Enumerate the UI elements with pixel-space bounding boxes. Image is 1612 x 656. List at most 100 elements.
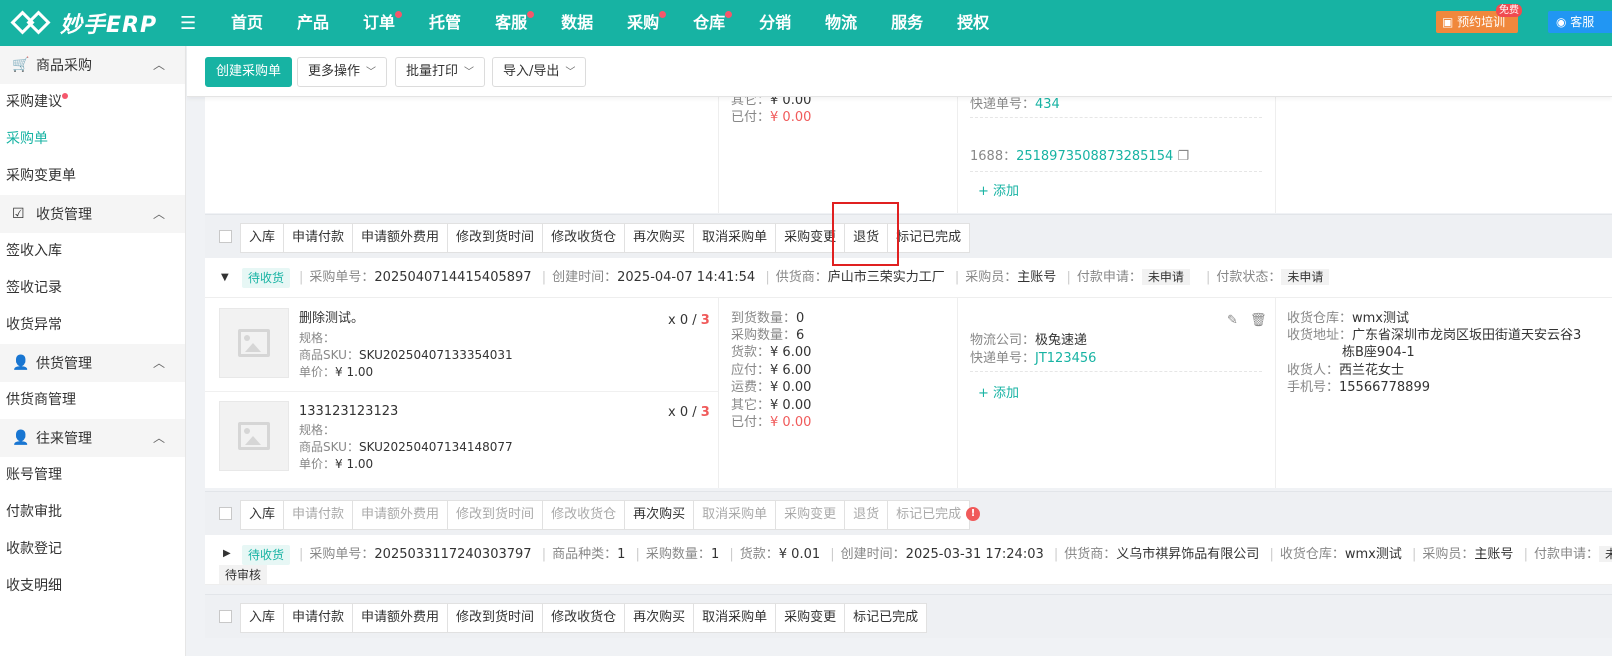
apply-extra-fee-button[interactable]: 申请额外费用 [353, 603, 449, 633]
purchase-change-button[interactable]: 采购变更 [776, 603, 846, 633]
chevron-up-icon: ︿ [152, 431, 165, 445]
sidebar-group-supply[interactable]: 👤 供货管理 ︿ [0, 344, 185, 382]
image-icon [238, 329, 270, 357]
sidebar-item-supplier-management[interactable]: 供货商管理 [6, 382, 126, 419]
apply-extra-fee-button[interactable]: 申请额外费用 [353, 500, 449, 530]
cart-icon: 🛒 [12, 57, 30, 73]
item-quantity: x 0 / 3 [668, 405, 710, 420]
notification-dot [395, 11, 403, 18]
purchase-order-list: 其它：¥ 0.00 已付：¥ 0.00 快递单号：434 1688：251897… [205, 97, 1612, 656]
nav-item-authorization[interactable]: 授权 [940, 0, 1006, 46]
return-goods-button[interactable]: 退货 [845, 500, 889, 530]
mark-completed-button[interactable]: 标记已完成 [845, 603, 928, 633]
app-logo[interactable]: 妙手ERP [0, 7, 200, 39]
batch-print-dropdown[interactable]: 批量打印 ﹀ [395, 57, 486, 87]
product-image-placeholder[interactable] [219, 401, 289, 471]
nav-item-warehouse[interactable]: 仓库 [676, 0, 742, 46]
product-name: 删除测试。 [299, 311, 365, 326]
customer-service-button[interactable]: ◉ 客服 [1548, 11, 1612, 33]
sidebar-item-income-expense-detail[interactable]: 收支明细 [6, 568, 95, 605]
edit-icon[interactable]: ✎ [1227, 312, 1238, 329]
sidebar-group-product-purchase[interactable]: 🛒 商品采购 ︿ [0, 46, 185, 84]
modify-arrival-time-button[interactable]: 修改到货时间 [448, 500, 544, 530]
cancel-order-button[interactable]: 取消采购单 [694, 500, 777, 530]
warning-icon[interactable]: ! [966, 507, 980, 521]
modify-arrival-time-button[interactable]: 修改到货时间 [448, 223, 544, 253]
buy-again-button[interactable]: 再次购买 [625, 223, 695, 253]
product-image-placeholder[interactable] [219, 308, 289, 378]
modify-warehouse-button[interactable]: 修改收货仓 [543, 500, 626, 530]
select-checkbox[interactable] [219, 230, 232, 243]
notification-dot [659, 11, 667, 18]
cancel-order-button[interactable]: 取消采购单 [694, 223, 777, 253]
buy-again-button[interactable]: 再次购买 [625, 603, 695, 633]
apply-extra-fee-button[interactable]: 申请额外费用 [353, 223, 449, 253]
apply-payment-button[interactable]: 申请付款 [284, 603, 354, 633]
apply-payment-button[interactable]: 申请付款 [284, 223, 354, 253]
sidebar-item-purchase-suggestion[interactable]: 采购建议 [6, 84, 95, 121]
expand-triangle-icon[interactable]: ▶ [223, 548, 231, 559]
status-badge: 待收货 [242, 545, 291, 565]
purchase-change-button[interactable]: 采购变更 [776, 500, 846, 530]
tracking-number-link[interactable]: 434 [1035, 97, 1060, 112]
status-badge: 待收货 [242, 268, 291, 288]
more-actions-dropdown[interactable]: 更多操作 ﹀ [297, 57, 388, 87]
user-icon: 👤 [12, 430, 30, 446]
cancel-order-button[interactable]: 取消采购单 [694, 603, 777, 633]
collapse-triangle-icon[interactable]: ▼ [221, 272, 229, 283]
nav-item-hosting[interactable]: 托管 [412, 0, 478, 46]
order-action-bar: 入库 申请付款 申请额外费用 修改到货时间 修改收货仓 再次购买 取消采购单 采… [205, 491, 1612, 535]
stock-in-button[interactable]: 入库 [240, 500, 285, 530]
sidebar-group-accounts[interactable]: 👤 往来管理 ︿ [0, 419, 185, 457]
sidebar-item-receipt-register[interactable]: 收款登记 [6, 531, 95, 568]
modify-arrival-time-button[interactable]: 修改到货时间 [448, 603, 544, 633]
source-order-link[interactable]: 2518973508873285154 [1016, 149, 1173, 164]
sidebar-item-payment-approval[interactable]: 付款审批 [6, 494, 95, 531]
apply-payment-button[interactable]: 申请付款 [284, 500, 354, 530]
tracking-number-link[interactable]: JT123456 [1035, 351, 1096, 366]
buy-again-button[interactable]: 再次购买 [625, 500, 695, 530]
copy-icon[interactable]: ❐ [1177, 149, 1189, 164]
nav-item-services[interactable]: 服务 [874, 0, 940, 46]
add-tracking-link[interactable]: + 添加 [978, 183, 1019, 200]
order-action-bar: 入库 申请付款 申请额外费用 修改到货时间 修改收货仓 再次购买 取消采购单 采… [205, 214, 1612, 258]
main-nav: 首页 产品 订单 托管 客服 数据 采购 仓库 分销 物流 服务 授权 [214, 0, 1006, 46]
sidebar-item-account-management[interactable]: 账号管理 [6, 457, 95, 494]
free-badge: 免费 [1496, 4, 1522, 17]
notification-dot [725, 11, 733, 18]
chevron-down-icon: ﹀ [565, 67, 576, 78]
nav-item-data[interactable]: 数据 [544, 0, 610, 46]
trash-icon[interactable]: 🗑 [1250, 312, 1267, 329]
sidebar-item-purchase-change-order[interactable]: 采购变更单 [6, 158, 126, 195]
select-checkbox[interactable] [219, 507, 232, 520]
select-checkbox[interactable] [219, 610, 232, 623]
order-card-partial: 其它：¥ 0.00 已付：¥ 0.00 快递单号：434 1688：251897… [205, 97, 1612, 213]
sidebar-item-purchase-order[interactable]: 采购单 [6, 121, 95, 158]
stock-in-button[interactable]: 入库 [240, 603, 285, 633]
chevron-down-icon: ﹀ [366, 67, 377, 78]
notification-dot [527, 11, 535, 18]
nav-item-distribution[interactable]: 分销 [742, 0, 808, 46]
nav-item-orders[interactable]: 订单 [346, 0, 412, 46]
sidebar-item-receiving-exceptions[interactable]: 收货异常 [6, 307, 95, 344]
stock-in-button[interactable]: 入库 [240, 223, 285, 253]
nav-item-products[interactable]: 产品 [280, 0, 346, 46]
nav-item-customer-service[interactable]: 客服 [478, 0, 544, 46]
chevron-up-icon: ︿ [152, 207, 165, 221]
modify-warehouse-button[interactable]: 修改收货仓 [543, 603, 626, 633]
chevron-up-icon: ︿ [152, 58, 165, 72]
mark-completed-button[interactable]: 标记已完成 [888, 500, 971, 530]
nav-item-home[interactable]: 首页 [214, 0, 280, 46]
nav-item-logistics[interactable]: 物流 [808, 0, 874, 46]
sidebar: 🛒 商品采购 ︿ 采购建议 采购单 采购变更单 ☑ 收货管理 ︿ 签收入库 签收… [0, 46, 186, 656]
nav-item-purchase[interactable]: 采购 [610, 0, 676, 46]
mark-completed-button[interactable]: 标记已完成 [888, 223, 971, 253]
sidebar-group-receiving[interactable]: ☑ 收货管理 ︿ [0, 195, 185, 233]
sidebar-item-sign-in-stock[interactable]: 签收入库 [6, 233, 95, 270]
hamburger-icon[interactable]: ☰ [180, 13, 210, 34]
create-purchase-order-button[interactable]: 创建采购单 [205, 57, 293, 87]
add-tracking-link[interactable]: + 添加 [978, 385, 1019, 402]
modify-warehouse-button[interactable]: 修改收货仓 [543, 223, 626, 253]
import-export-dropdown[interactable]: 导入/导出 ﹀ [492, 57, 587, 87]
sidebar-item-sign-records[interactable]: 签收记录 [6, 270, 95, 307]
